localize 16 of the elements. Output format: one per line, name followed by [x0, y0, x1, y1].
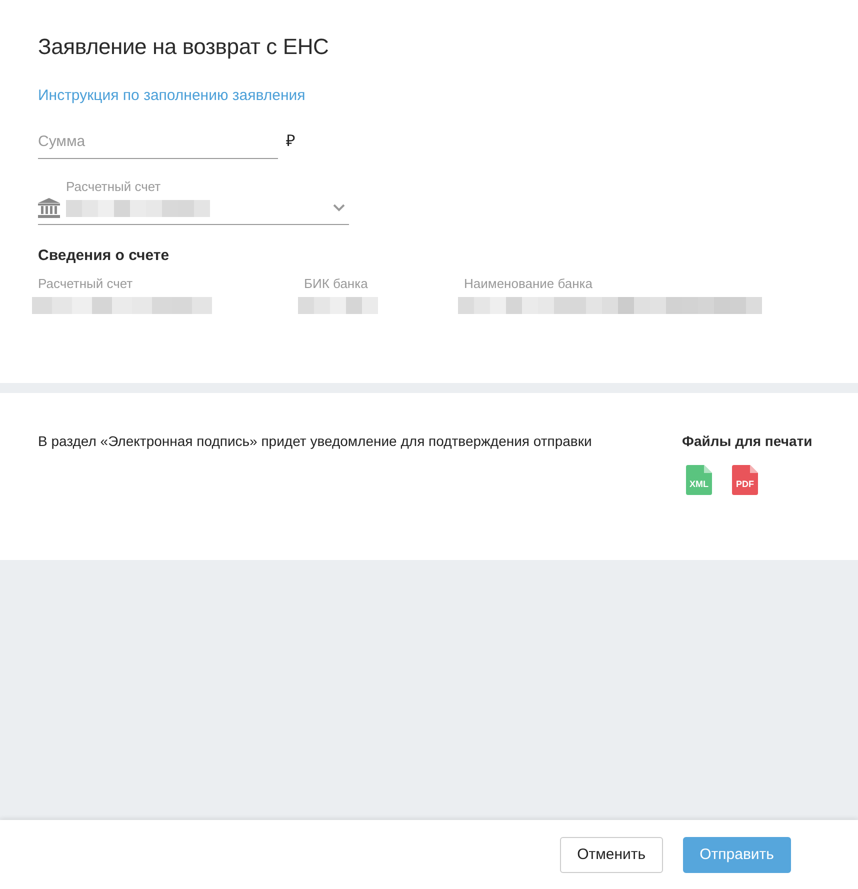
account-select[interactable]: Расчетный счет — [38, 179, 349, 225]
notice-text: В раздел «Электронная подпись» придет уведомление для подтверждения отправки — [38, 433, 593, 451]
cancel-button[interactable]: Отменить — [560, 836, 663, 872]
instruction-link[interactable]: Инструкция по заполнению заявления — [38, 87, 306, 104]
bank-icon — [38, 198, 60, 218]
file-icon[interactable]: PDF — [732, 465, 758, 495]
field-label: БИК банка — [304, 276, 369, 291]
currency-sign: ₽ — [286, 132, 295, 152]
submit-button[interactable]: Отправить — [682, 836, 791, 872]
field-label: Расчетный счет — [38, 276, 134, 291]
section-heading: Сведения о счете — [38, 247, 170, 264]
caret-icon — [333, 204, 345, 212]
file-icon[interactable]: XML — [686, 465, 712, 495]
field-label: Наименование банка — [464, 276, 594, 291]
page-title: Заявление на возврат с ЕНС — [38, 34, 330, 60]
files-heading: Файлы для печати — [682, 433, 812, 449]
